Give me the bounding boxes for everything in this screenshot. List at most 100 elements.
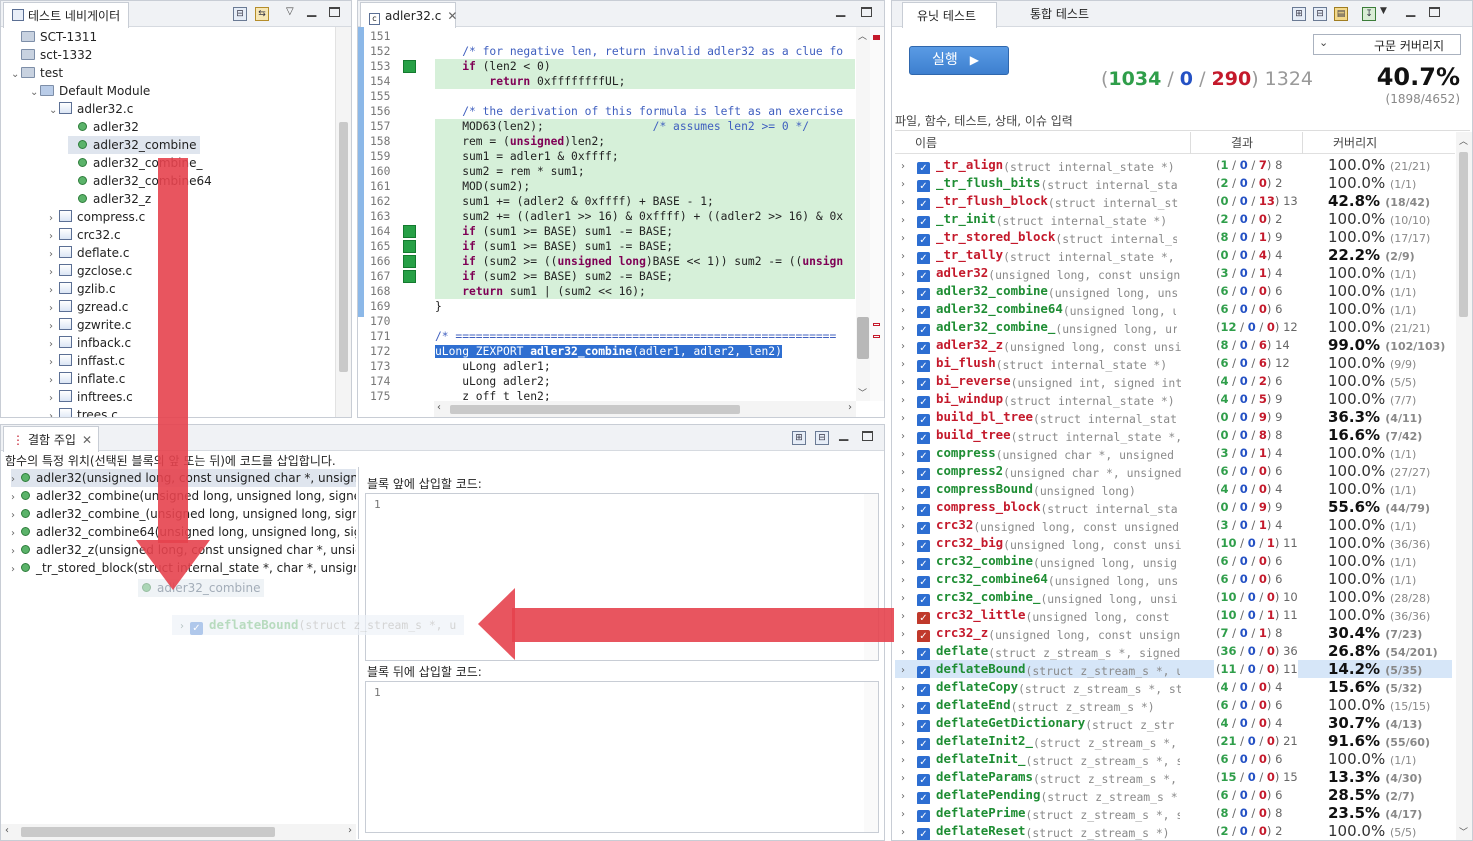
code-line[interactable]: 156 /* the derivation of this formula is… (358, 104, 884, 119)
chevron-right-icon[interactable]: › (901, 428, 911, 444)
code-line[interactable]: 167 if (sum2 >= BASE) sum2 -= BASE; (358, 269, 884, 284)
tree-item[interactable]: adler32_combine64 (68, 172, 212, 190)
checkbox-icon[interactable]: ✓ (917, 774, 930, 786)
test-row[interactable]: › ✓ adler32_combine64(unsigned long, u (6 /… (895, 300, 1452, 318)
chevron-right-icon[interactable]: › (901, 212, 911, 228)
injection-function-item[interactable]: › adler32(unsigned long, const unsigned c… (11, 469, 356, 487)
code-line[interactable]: 173 uLong adler1; (358, 359, 884, 374)
code-line[interactable]: 159 sum1 = adler1 & 0xffff; (358, 149, 884, 164)
test-row[interactable]: › ✓ crc32(unsigned long, const unsigned (3 … (895, 516, 1452, 534)
tree-item[interactable]: › crc32.c (49, 226, 121, 244)
code-line[interactable]: 165 if (sum1 >= BASE) sum1 -= BASE; (358, 239, 884, 254)
test-row[interactable]: › ✓ build_bl_tree(struct internal_stat (0 /… (895, 408, 1452, 426)
tree-item[interactable]: › gzlib.c (49, 280, 116, 298)
error-marker[interactable] (873, 35, 880, 40)
injection-function-item[interactable]: › adler32_combine_(unsigned long, unsigne… (11, 505, 356, 523)
coverage-marker-icon[interactable] (403, 240, 416, 253)
scroll-thumb[interactable] (450, 405, 740, 414)
chevron-right-icon[interactable]: › (901, 338, 911, 354)
maximize-icon[interactable] (861, 7, 872, 17)
code-line[interactable]: 163 sum2 += ((adler1 >> 16) & 0xffff) + … (358, 209, 884, 224)
report-icon[interactable]: ▤ (1334, 7, 1348, 21)
code-line[interactable]: 171 /* ==================================… (358, 329, 884, 344)
chevron-right-icon[interactable]: › (901, 284, 911, 300)
expand-all-icon[interactable]: ⊞ (792, 431, 806, 445)
scroll-down-icon[interactable]: ﹀ (858, 386, 867, 399)
tab-integration-test[interactable]: 통합 테스트 (1022, 1, 1097, 27)
checkbox-icon[interactable]: ✓ (917, 162, 930, 174)
maximize-icon[interactable] (1429, 7, 1440, 17)
run-button[interactable]: 실행 ▶ (909, 46, 1009, 75)
code-line[interactable]: 158 rem = (unsigned)len2; (358, 134, 884, 149)
editor-scrollbar[interactable] (864, 494, 878, 660)
chevron-right-icon[interactable]: › (901, 788, 911, 804)
test-row[interactable]: › ✓ adler32(unsigned long, const unsign (3 … (895, 264, 1452, 282)
export-icon[interactable]: ↧ (1362, 7, 1376, 21)
code-line[interactable]: 151 (358, 29, 884, 44)
code-line[interactable]: 160 sum2 = rem * sum1; (358, 164, 884, 179)
tab-test-navigator[interactable]: 테스트 네비게이터 (3, 2, 129, 28)
coverage-marker-icon[interactable] (403, 255, 416, 268)
editor-scrollbar[interactable] (864, 682, 878, 832)
test-row[interactable]: › ✓ crc32_little(unsigned long, const (10 /… (895, 606, 1452, 624)
test-row[interactable]: › ✓ deflateBound(struct z_stream_s *, u (11… (895, 660, 1452, 678)
chevron-right-icon[interactable]: › (901, 608, 911, 624)
code-line[interactable]: 166 if (sum2 >= ((unsigned long)BASE << … (358, 254, 884, 269)
minimize-icon[interactable]: ▁ (307, 3, 316, 17)
test-row[interactable]: › ✓ deflateEnd(struct z_stream_s *) (6 / 0 … (895, 696, 1452, 714)
test-row[interactable]: › ✓ deflateInit_(struct z_stream_s *, s (6 … (895, 750, 1452, 768)
test-row[interactable]: › ✓ deflateReset(struct z_stream_s *) (2 / … (895, 822, 1452, 840)
collapse-all-icon[interactable]: ⊟ (233, 7, 247, 21)
checkbox-icon[interactable]: ✓ (917, 630, 930, 642)
test-row[interactable]: › ✓ adler32_z(unsigned long, const unsi (8 … (895, 336, 1452, 354)
injection-function-item[interactable]: › adler32_combine64(unsigned long, unsign… (11, 523, 356, 541)
code-line[interactable]: 161 MOD(sum2); (358, 179, 884, 194)
test-row[interactable]: › ✓ bi_reverse(unsigned int, signed int (4 … (895, 372, 1452, 390)
test-row[interactable]: › ✓ compress2(unsigned char *, unsigned (6 … (895, 462, 1452, 480)
chevron-right-icon[interactable]: › (901, 644, 911, 660)
chevron-right-icon[interactable]: › (901, 626, 911, 642)
tree-item[interactable]: adler32_z (68, 190, 151, 208)
chevron-right-icon[interactable]: › (901, 554, 911, 570)
minimize-icon[interactable]: ▁ (839, 427, 848, 441)
test-row[interactable]: › ✓ crc32_combine64(unsigned long, uns (6 /… (895, 570, 1452, 588)
tab-fault-injection[interactable]: ⋮ 결함 주입 ✕ (3, 426, 99, 452)
scroll-left-icon[interactable]: ‹ (5, 825, 9, 836)
checkbox-icon[interactable]: ✓ (917, 306, 930, 318)
scroll-up-icon[interactable]: ︿ (1459, 134, 1468, 147)
chevron-right-icon[interactable]: › (901, 464, 911, 480)
checkbox-icon[interactable]: ✓ (917, 756, 930, 768)
coverage-marker-icon[interactable] (403, 270, 416, 283)
code-line[interactable]: 168 return sum1 | (sum2 << 16); (358, 284, 884, 299)
close-icon[interactable]: ✕ (82, 433, 92, 447)
filter-input[interactable]: 파일, 함수, 테스트, 상태, 이슈 입력 (895, 111, 1470, 131)
chevron-right-icon[interactable]: › (11, 561, 21, 579)
injection-function-item[interactable]: › _tr_stored_block(struct internal_state … (11, 559, 356, 577)
scroll-right-icon[interactable]: › (848, 402, 852, 413)
checkbox-icon[interactable]: ✓ (917, 828, 930, 840)
tab-unit-test[interactable]: 유닛 테스트 (902, 2, 997, 28)
checkbox-icon[interactable]: ✓ (917, 522, 930, 534)
code-line[interactable]: 172 uLong ZEXPORT adler32_combine(adler1,… (358, 344, 884, 359)
test-row[interactable]: › ✓ crc32_big(unsigned long, const unsi (10… (895, 534, 1452, 552)
chevron-right-icon[interactable]: › (901, 680, 911, 696)
chevron-right-icon[interactable]: › (901, 734, 911, 750)
scroll-down-icon[interactable]: ﹀ (1459, 825, 1468, 838)
checkbox-icon[interactable]: ✓ (917, 468, 930, 480)
chevron-icon[interactable]: ⌄ (30, 84, 40, 102)
code-line[interactable]: 157 MOD63(len2); /* assumes len2 >= 0 */ (358, 119, 884, 134)
tree-item[interactable]: ⌄ test (11, 64, 63, 82)
checkbox-icon[interactable]: ✓ (917, 360, 930, 372)
view-menu-icon[interactable]: ▽ (286, 6, 294, 17)
tree-item[interactable]: › inftrees.c (49, 388, 133, 406)
code-line[interactable]: 164 if (sum1 >= BASE) sum1 -= BASE; (358, 224, 884, 239)
checkbox-icon[interactable]: ✓ (917, 234, 930, 246)
checkbox-icon[interactable]: ✓ (917, 648, 930, 660)
tree-item[interactable]: adler32 (68, 118, 139, 136)
tree-item[interactable]: adler32_combine (68, 136, 201, 154)
test-row[interactable]: › ✓ _tr_tally(struct internal_state *, (0 /… (895, 246, 1452, 264)
unit-scrollbar[interactable]: ︿ ﹀ (1456, 132, 1472, 840)
checkbox-icon[interactable]: ✓ (917, 270, 930, 282)
checkbox-icon[interactable]: ✓ (917, 684, 930, 696)
checkbox-icon[interactable]: ✓ (917, 504, 930, 516)
